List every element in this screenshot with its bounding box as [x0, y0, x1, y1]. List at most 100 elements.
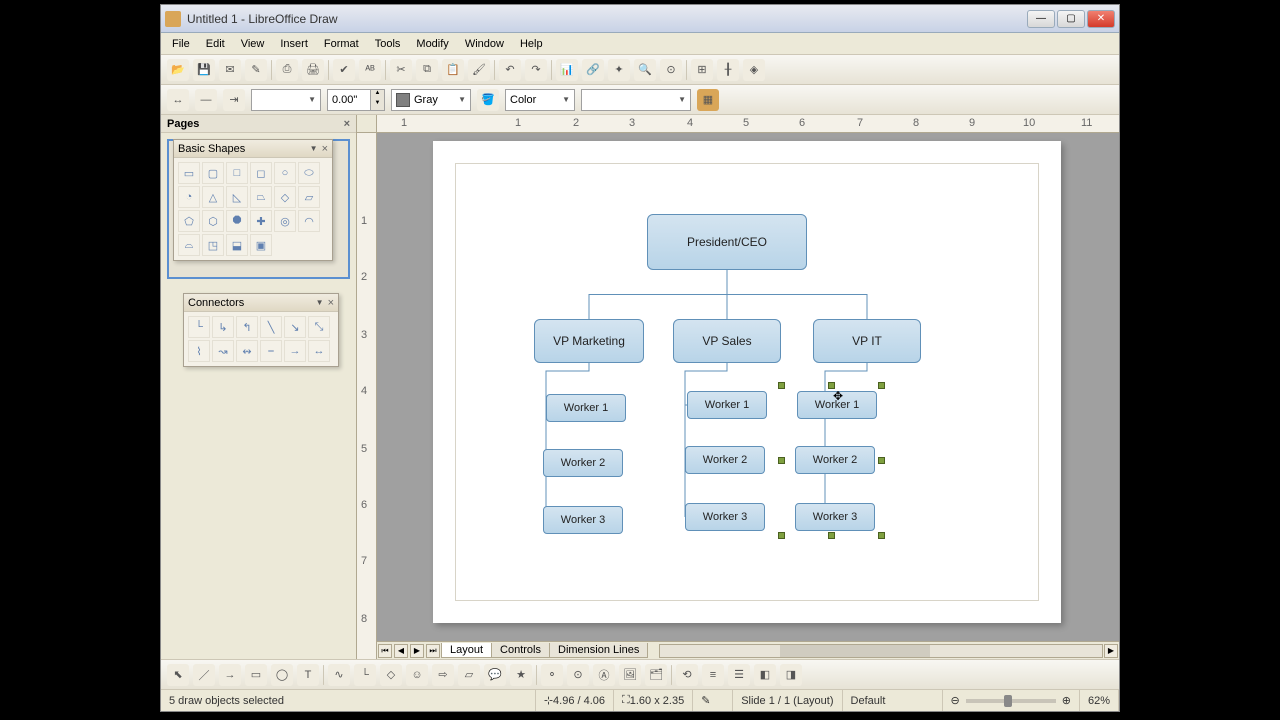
diamond-icon[interactable]: ◇	[274, 186, 296, 208]
open-icon[interactable]: 📂	[167, 59, 189, 81]
org-node-i2[interactable]: Worker 2	[795, 446, 875, 474]
print-icon[interactable]: 🖨	[302, 59, 324, 81]
menu-bar[interactable]: File Edit View Insert Format Tools Modif…	[161, 33, 1119, 55]
close-icon[interactable]: ×	[328, 297, 334, 309]
align-icon[interactable]: ≡	[702, 664, 724, 686]
arc-icon[interactable]: ◠	[298, 210, 320, 232]
ellipse-tool-icon[interactable]: ◯	[271, 664, 293, 686]
selection-handle[interactable]	[878, 457, 885, 464]
octagon-icon[interactable]: ⯃	[226, 210, 248, 232]
tab-dimension[interactable]: Dimension Lines	[549, 643, 648, 658]
selection-handle[interactable]	[778, 382, 785, 389]
selection-handle[interactable]	[828, 382, 835, 389]
fontwork-icon[interactable]: Ⓐ	[593, 664, 615, 686]
star-icon[interactable]: ★	[510, 664, 532, 686]
glue-icon[interactable]: ⊙	[567, 664, 589, 686]
cross-icon[interactable]: ✚	[250, 210, 272, 232]
titlebar[interactable]: Untitled 1 - LibreOffice Draw — ▢ ✕	[161, 5, 1119, 33]
chevron-down-icon[interactable]: ▼	[316, 298, 324, 307]
line-arrow-icon[interactable]: →	[284, 340, 306, 362]
fill-color-combo[interactable]: ▼	[581, 89, 691, 111]
select-tool-icon[interactable]: ⬉	[167, 664, 189, 686]
first-page-button[interactable]: ⏮	[378, 644, 392, 658]
connectors-palette[interactable]: Connectors ▼ × └ ↳ ↰ ╲ ↘ ⤡ ⌇ ↝ ↭ ⎯	[183, 293, 339, 367]
menu-file[interactable]: File	[165, 36, 197, 52]
line-both-icon[interactable]: ↔	[308, 340, 330, 362]
menu-format[interactable]: Format	[317, 36, 366, 52]
scroll-right-button[interactable]: ▶	[1104, 644, 1118, 658]
selection-handle[interactable]	[778, 457, 785, 464]
org-node-ceo[interactable]: President/CEO	[647, 214, 807, 270]
page[interactable]: President/CEOVP MarketingVP SalesVP ITWo…	[433, 141, 1061, 623]
flowchart-icon[interactable]: ▱	[458, 664, 480, 686]
canvas-viewport[interactable]: President/CEOVP MarketingVP SalesVP ITWo…	[377, 133, 1119, 641]
minimize-button[interactable]: —	[1027, 10, 1055, 28]
arrow-style-icon[interactable]: ↔	[167, 89, 189, 111]
line-style-icon[interactable]: —	[195, 89, 217, 111]
straight-both-icon[interactable]: ⤡	[308, 316, 330, 338]
line-end-icon[interactable]: ⇥	[223, 89, 245, 111]
menu-insert[interactable]: Insert	[273, 36, 315, 52]
basic-shape-tool-icon[interactable]: ◇	[380, 664, 402, 686]
connector-icon[interactable]: └	[188, 316, 210, 338]
hyperlink-icon[interactable]: 🔗	[582, 59, 604, 81]
next-page-button[interactable]: ▶	[410, 644, 424, 658]
pentagon-icon[interactable]: ⬠	[178, 210, 200, 232]
line-style-combo[interactable]: ▼	[251, 89, 321, 111]
ring-icon[interactable]: ◎	[274, 210, 296, 232]
zoom-out-icon[interactable]: ⊖	[951, 694, 960, 707]
parallelogram-icon[interactable]: ▱	[298, 186, 320, 208]
connector-both-icon[interactable]: ↰	[236, 316, 258, 338]
roundsquare-icon[interactable]: ◻	[250, 162, 272, 184]
org-node-vpit[interactable]: VP IT	[813, 319, 921, 363]
ellipse-icon[interactable]: ⬭	[298, 162, 320, 184]
circle-icon[interactable]: ○	[274, 162, 296, 184]
straight-arrow-icon[interactable]: ↘	[284, 316, 306, 338]
shadow-icon[interactable]: ▦	[697, 89, 719, 111]
connector-arrow-icon[interactable]: ↳	[212, 316, 234, 338]
maximize-button[interactable]: ▢	[1057, 10, 1085, 28]
frame-icon[interactable]: ▣	[250, 234, 272, 256]
horizontal-ruler[interactable]: 1 1 2 3 4 5 6 7 8 9 10 11	[377, 115, 1119, 133]
prev-page-button[interactable]: ◀	[394, 644, 408, 658]
format-paint-icon[interactable]: 🖌	[468, 59, 490, 81]
org-node-vps[interactable]: VP Sales	[673, 319, 781, 363]
org-node-s3[interactable]: Worker 3	[685, 503, 765, 531]
spellcheck-icon[interactable]: ✔	[333, 59, 355, 81]
org-node-m2[interactable]: Worker 2	[543, 449, 623, 477]
menu-window[interactable]: Window	[458, 36, 511, 52]
menu-view[interactable]: View	[234, 36, 272, 52]
selection-handle[interactable]	[778, 532, 785, 539]
roundrect-icon[interactable]: ▢	[202, 162, 224, 184]
from-file-icon[interactable]: 🖼	[619, 664, 641, 686]
curved-arrow-icon[interactable]: ↝	[212, 340, 234, 362]
copy-icon[interactable]: ⧉	[416, 59, 438, 81]
points-icon[interactable]: ⚬	[541, 664, 563, 686]
org-node-i3[interactable]: Worker 3	[795, 503, 875, 531]
line-width-spinner[interactable]: 0.00" ▲▼	[327, 89, 385, 111]
autospell-icon[interactable]: ᴬᴮ	[359, 59, 381, 81]
zoom-value[interactable]: 62%	[1080, 690, 1119, 711]
symbol-shape-icon[interactable]: ☺	[406, 664, 428, 686]
hexagon-icon[interactable]: ⬡	[202, 210, 224, 232]
zoom-slider[interactable]	[966, 699, 1056, 703]
rect-icon[interactable]: ▭	[178, 162, 200, 184]
close-icon[interactable]: ×	[344, 118, 350, 130]
line-color-combo[interactable]: Gray ▼	[391, 89, 471, 111]
org-node-s1[interactable]: Worker 1	[687, 391, 767, 419]
fill-icon[interactable]: 🪣	[477, 89, 499, 111]
last-page-button[interactable]: ⏭	[426, 644, 440, 658]
text-tool-icon[interactable]: T	[297, 664, 319, 686]
redo-icon[interactable]: ↷	[525, 59, 547, 81]
cube-icon[interactable]: ◳	[202, 234, 224, 256]
cut-icon[interactable]: ✂	[390, 59, 412, 81]
triangle-icon[interactable]: △	[202, 186, 224, 208]
close-button[interactable]: ✕	[1087, 10, 1115, 28]
email-icon[interactable]: ✉	[219, 59, 241, 81]
connector-tool-icon[interactable]: └	[354, 664, 376, 686]
org-node-s2[interactable]: Worker 2	[685, 446, 765, 474]
extrusion2-icon[interactable]: ◨	[780, 664, 802, 686]
chevron-down-icon[interactable]: ▼	[310, 144, 318, 153]
close-icon[interactable]: ×	[322, 143, 328, 155]
curve-tool-icon[interactable]: ∿	[328, 664, 350, 686]
